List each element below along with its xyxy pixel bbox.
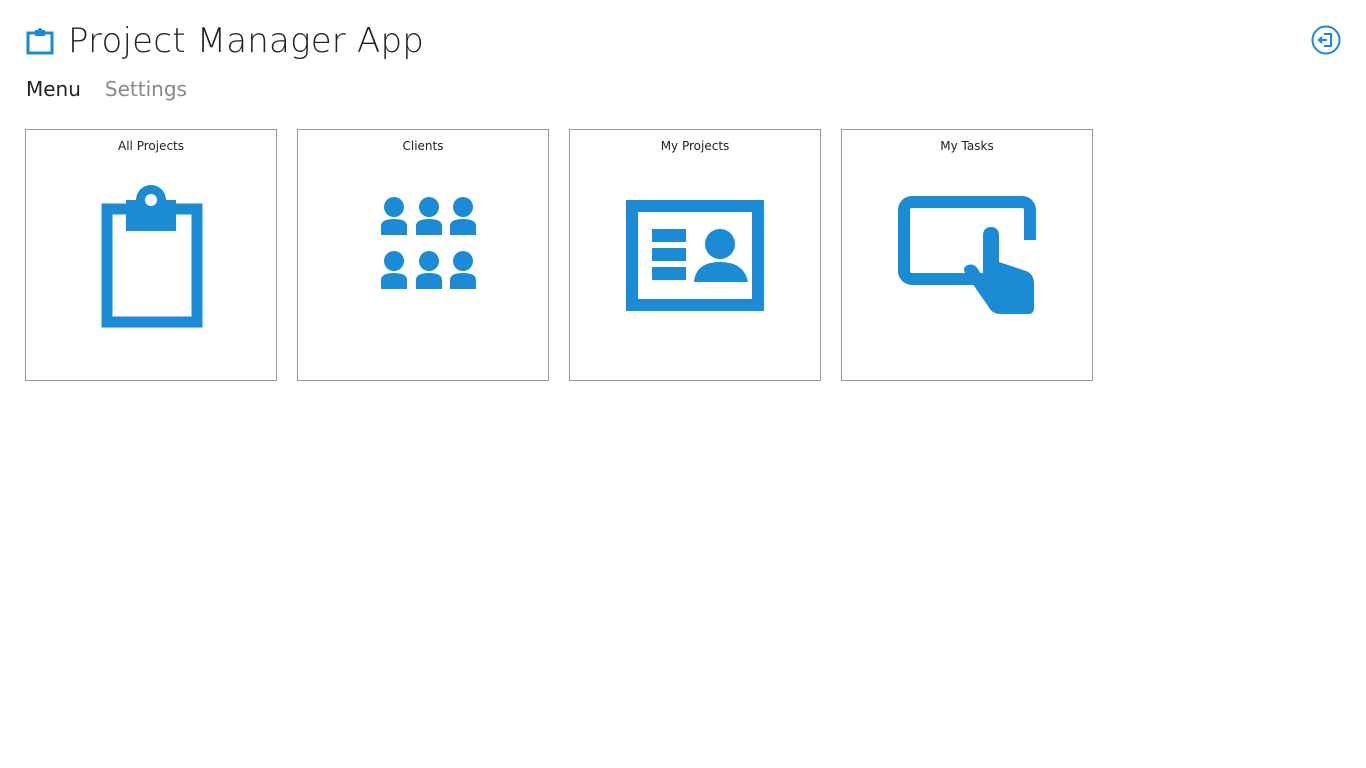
clipboard-icon <box>101 185 203 328</box>
nav-item-menu[interactable]: Menu <box>26 74 81 104</box>
tile-clients[interactable]: Clients <box>297 129 549 381</box>
nav-bar: Menu Settings <box>26 74 187 104</box>
tile-grid: All Projects Clients My Projects My Task… <box>25 129 1093 381</box>
tile-all-projects[interactable]: All Projects <box>25 129 277 381</box>
tile-my-tasks[interactable]: My Tasks <box>841 129 1093 381</box>
clipboard-icon <box>26 28 54 55</box>
app-title: Project Manager App <box>68 21 425 61</box>
touch-screen-icon <box>898 196 1038 314</box>
nav-item-settings[interactable]: Settings <box>105 74 187 104</box>
people-group-icon <box>381 197 476 289</box>
app-header: Project Manager App <box>26 18 424 64</box>
tile-my-projects[interactable]: My Projects <box>569 129 821 381</box>
sign-out-icon[interactable] <box>1311 25 1341 55</box>
contact-card-icon <box>626 200 764 311</box>
